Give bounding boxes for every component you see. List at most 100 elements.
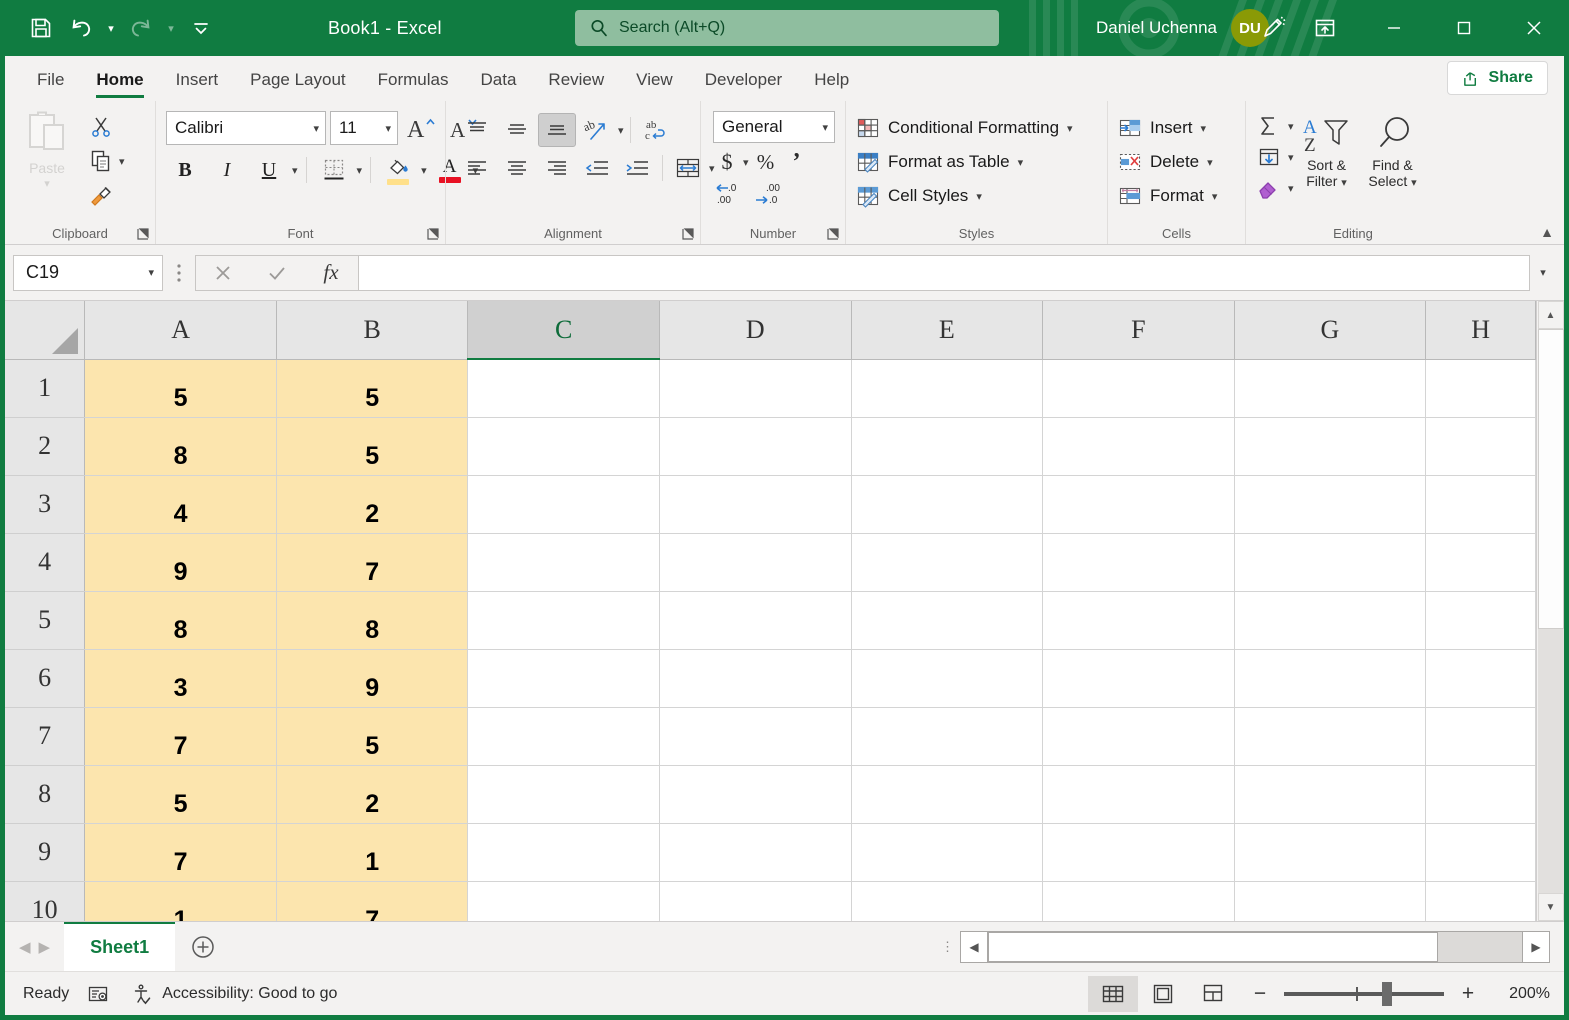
cell-g9[interactable]: [1234, 823, 1426, 881]
tab-formulas[interactable]: Formulas: [362, 59, 465, 101]
account-area[interactable]: Daniel Uchenna DU: [1096, 0, 1269, 56]
cell-d5[interactable]: [660, 591, 852, 649]
page-layout-view-button[interactable]: [1138, 976, 1188, 1012]
cell-b6[interactable]: 9: [276, 649, 468, 707]
cell-e3[interactable]: [851, 475, 1043, 533]
normal-view-button[interactable]: [1088, 976, 1138, 1012]
horizontal-scroll-track[interactable]: [988, 931, 1522, 963]
clear-button[interactable]: [1252, 173, 1286, 203]
conditional-formatting-button[interactable]: Conditional Formatting ▾: [852, 111, 1081, 145]
center-align-button[interactable]: [498, 151, 536, 185]
cell-f10[interactable]: [1043, 881, 1235, 921]
orientation-button[interactable]: ab: [578, 113, 616, 147]
cell-c5[interactable]: [468, 591, 660, 649]
column-header-c[interactable]: C: [468, 301, 660, 359]
bold-button[interactable]: B: [166, 153, 204, 187]
clear-dropdown-icon[interactable]: ▾: [1288, 182, 1294, 195]
insert-cells-button[interactable]: Insert ▾: [1114, 111, 1214, 145]
cell-a2[interactable]: 8: [85, 417, 277, 475]
cell-b8[interactable]: 2: [276, 765, 468, 823]
italic-button[interactable]: I: [208, 153, 246, 187]
autosum-button[interactable]: [1252, 111, 1286, 141]
cell-e10[interactable]: [851, 881, 1043, 921]
cell-d7[interactable]: [660, 707, 852, 765]
cell-b9[interactable]: 1: [276, 823, 468, 881]
column-header-b[interactable]: B: [276, 301, 468, 359]
cell-d3[interactable]: [660, 475, 852, 533]
redo-dropdown-icon[interactable]: ▾: [162, 9, 180, 47]
cell-f5[interactable]: [1043, 591, 1235, 649]
cell-b2[interactable]: 5: [276, 417, 468, 475]
cell-g4[interactable]: [1234, 533, 1426, 591]
cell-a3[interactable]: 4: [85, 475, 277, 533]
format-as-table-button[interactable]: Format as Table ▾: [852, 145, 1031, 179]
cell-g3[interactable]: [1234, 475, 1426, 533]
cell-g10[interactable]: [1234, 881, 1426, 921]
alignment-dialog-launcher-icon[interactable]: [680, 226, 696, 242]
scroll-up-button[interactable]: ▲: [1538, 301, 1564, 329]
name-box[interactable]: C19 ▾: [13, 255, 163, 291]
scroll-down-button[interactable]: ▼: [1538, 893, 1564, 921]
increase-decimal-button[interactable]: .0 .00: [713, 179, 751, 209]
customize-quick-access-toolbar-icon[interactable]: [182, 9, 220, 47]
cell-c7[interactable]: [468, 707, 660, 765]
cell-b5[interactable]: 8: [276, 591, 468, 649]
cell-b3[interactable]: 2: [276, 475, 468, 533]
worksheet-grid[interactable]: A B C D E F G H 1 5 5: [5, 301, 1536, 921]
percent-style-button[interactable]: %: [751, 147, 781, 177]
cell-d10[interactable]: [660, 881, 852, 921]
format-painter-button[interactable]: [85, 179, 117, 211]
search-input[interactable]: Search (Alt+Q): [575, 10, 999, 46]
cell-c6[interactable]: [468, 649, 660, 707]
cell-c10[interactable]: [468, 881, 660, 921]
cell-f9[interactable]: [1043, 823, 1235, 881]
cell-a1[interactable]: 5: [85, 359, 277, 417]
cell-h7[interactable]: [1426, 707, 1536, 765]
select-all-button[interactable]: [5, 301, 85, 359]
insert-function-button[interactable]: fx: [304, 256, 358, 290]
tab-view[interactable]: View: [620, 59, 689, 101]
cell-h5[interactable]: [1426, 591, 1536, 649]
find-and-select-button[interactable]: Find & Select ▾: [1360, 107, 1426, 190]
cell-b4[interactable]: 7: [276, 533, 468, 591]
close-button[interactable]: [1499, 0, 1569, 56]
next-sheet-icon[interactable]: ▶: [39, 938, 51, 956]
row-header-2[interactable]: 2: [5, 417, 85, 475]
undo-icon[interactable]: [62, 9, 100, 47]
cell-c9[interactable]: [468, 823, 660, 881]
pen-draw-icon[interactable]: [1251, 8, 1295, 48]
fill-dropdown-icon[interactable]: ▾: [1288, 151, 1294, 164]
format-cells-dropdown-icon[interactable]: ▾: [1212, 190, 1218, 203]
cell-d6[interactable]: [660, 649, 852, 707]
zoom-in-button[interactable]: +: [1460, 982, 1476, 1006]
cell-b7[interactable]: 5: [276, 707, 468, 765]
cell-e5[interactable]: [851, 591, 1043, 649]
cell-a9[interactable]: 7: [85, 823, 277, 881]
cell-styles-dropdown-icon[interactable]: ▾: [976, 190, 982, 203]
bottom-align-button[interactable]: [538, 113, 576, 147]
zoom-level-label[interactable]: 200%: [1492, 985, 1556, 1003]
cell-a8[interactable]: 5: [85, 765, 277, 823]
row-header-7[interactable]: 7: [5, 707, 85, 765]
cell-c2[interactable]: [468, 417, 660, 475]
row-header-3[interactable]: 3: [5, 475, 85, 533]
format-cells-button[interactable]: Format ▾: [1114, 179, 1225, 213]
cell-e2[interactable]: [851, 417, 1043, 475]
borders-dropdown-icon[interactable]: ▾: [357, 164, 363, 177]
cell-e7[interactable]: [851, 707, 1043, 765]
cell-h6[interactable]: [1426, 649, 1536, 707]
name-box-chevron-down-icon[interactable]: ▾: [148, 266, 154, 279]
cell-a6[interactable]: 3: [85, 649, 277, 707]
top-align-button[interactable]: [458, 113, 496, 147]
minimize-button[interactable]: [1359, 0, 1429, 56]
horizontal-scrollbar[interactable]: ◀ ▶: [960, 931, 1550, 963]
cell-d1[interactable]: [660, 359, 852, 417]
vertical-scrollbar[interactable]: ▲ ▼: [1536, 301, 1564, 921]
orientation-dropdown-icon[interactable]: ▾: [618, 124, 624, 137]
increase-font-size-button[interactable]: A: [402, 111, 440, 145]
cell-g6[interactable]: [1234, 649, 1426, 707]
tab-insert[interactable]: Insert: [160, 59, 235, 101]
cell-g8[interactable]: [1234, 765, 1426, 823]
sort-and-filter-button[interactable]: A Z Sort & Filter ▾: [1294, 107, 1360, 190]
cell-d4[interactable]: [660, 533, 852, 591]
